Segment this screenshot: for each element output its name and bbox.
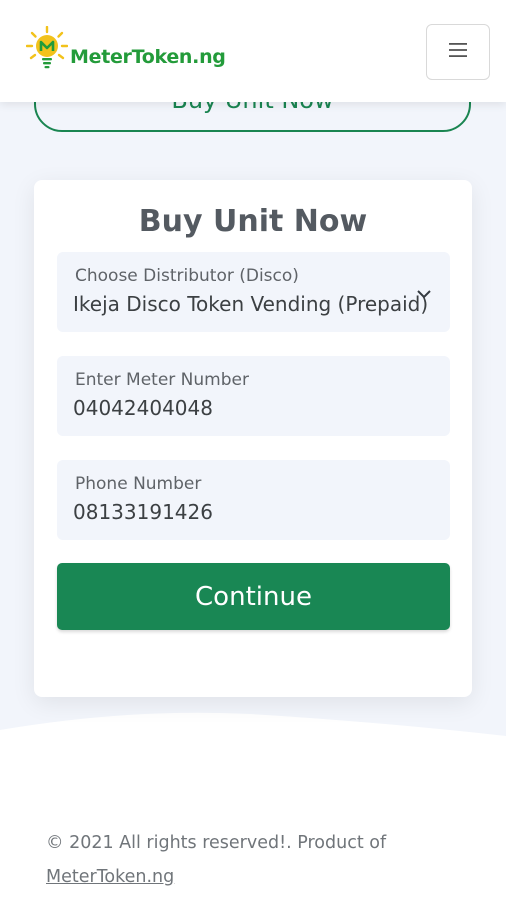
phone-number-label: Phone Number bbox=[75, 474, 202, 494]
meter-number-value: 04042404048 bbox=[73, 396, 213, 420]
distributor-select[interactable]: Choose Distributor (Disco) Ikeja Disco T… bbox=[57, 252, 450, 332]
phone-number-value: 08133191426 bbox=[73, 500, 213, 524]
phone-number-field[interactable]: Phone Number 08133191426 bbox=[57, 460, 450, 540]
navbar: MeterToken.ng bbox=[0, 0, 506, 102]
distributor-value: Ikeja Disco Token Vending (Prepaid) bbox=[73, 292, 429, 316]
continue-button[interactable]: Continue bbox=[57, 563, 450, 630]
chevron-down-icon bbox=[416, 284, 432, 303]
brand-logo[interactable]: MeterToken.ng bbox=[25, 25, 226, 74]
logo-text: MeterToken.ng bbox=[70, 46, 226, 68]
hamburger-icon bbox=[447, 42, 469, 62]
lightbulb-m-icon bbox=[25, 25, 69, 74]
menu-toggle-button[interactable] bbox=[426, 24, 490, 80]
meter-number-label: Enter Meter Number bbox=[75, 370, 249, 390]
copyright-text: © 2021 All rights reserved!. Product of bbox=[46, 833, 387, 853]
meter-number-field[interactable]: Enter Meter Number 04042404048 bbox=[57, 356, 450, 436]
distributor-label: Choose Distributor (Disco) bbox=[75, 266, 299, 286]
form-title: Buy Unit Now bbox=[138, 204, 368, 239]
wave-divider bbox=[0, 700, 506, 736]
footer: © 2021 All rights reserved!. Product of … bbox=[46, 826, 386, 894]
buy-unit-card: Buy Unit Now Choose Distributor (Disco) … bbox=[34, 180, 472, 697]
footer-brand-link[interactable]: MeterToken.ng bbox=[46, 867, 174, 887]
